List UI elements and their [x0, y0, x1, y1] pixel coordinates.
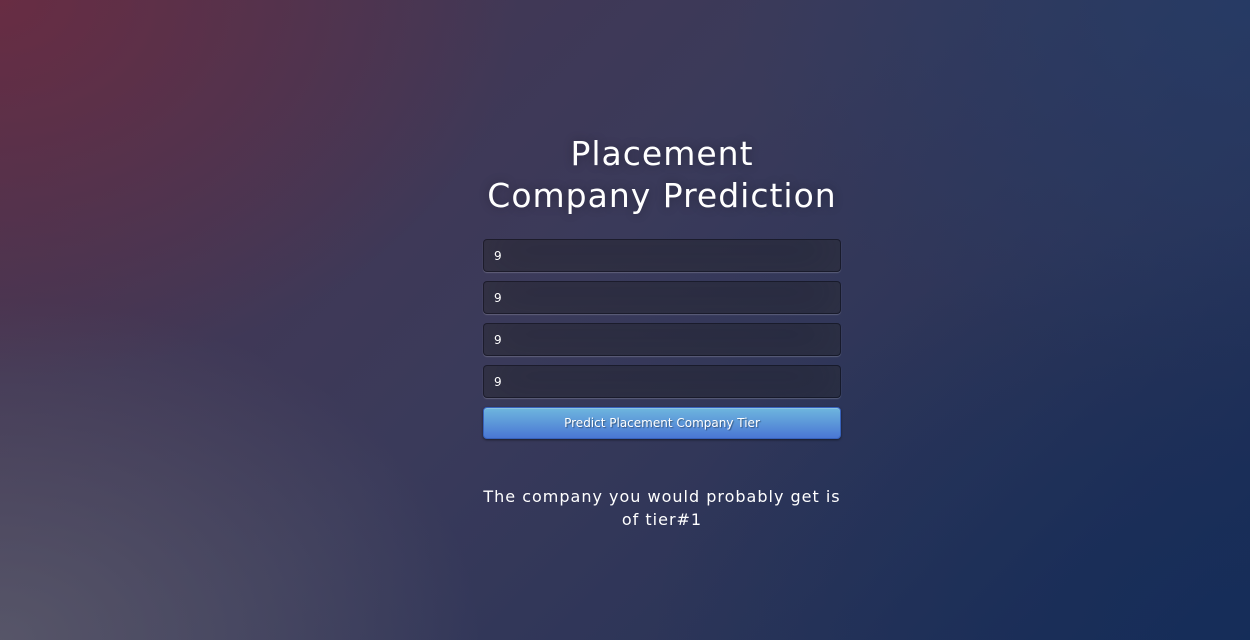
input-field-1[interactable]: [483, 239, 841, 272]
input-field-3[interactable]: [483, 323, 841, 356]
page-title: Placement Company Prediction: [487, 134, 837, 215]
input-field-2[interactable]: [483, 281, 841, 314]
prediction-form: Predict Placement Company Tier: [483, 239, 841, 439]
input-field-4[interactable]: [483, 365, 841, 398]
prediction-form-container: Placement Company Prediction Predict Pla…: [483, 133, 841, 439]
predict-button[interactable]: Predict Placement Company Tier: [483, 407, 841, 439]
prediction-result-text: The company you would probably get is of…: [483, 487, 841, 529]
